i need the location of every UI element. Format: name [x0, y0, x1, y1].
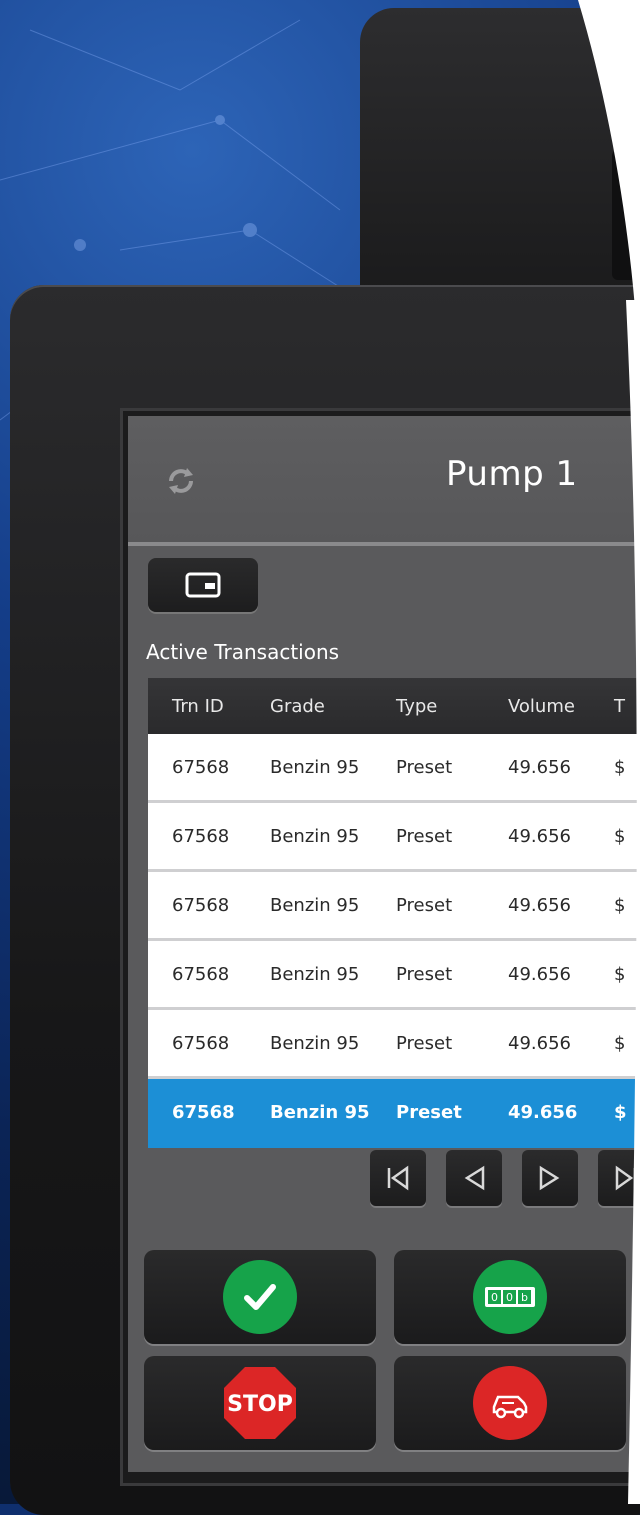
counter-button[interactable]: 0 0 b — [394, 1250, 626, 1344]
table-row[interactable]: 67568 Benzin 95 Preset 49.656 $ — [148, 734, 640, 803]
cell-volume: 49.656 — [508, 825, 571, 847]
vehicle-button[interactable] — [394, 1356, 626, 1450]
transactions-table: Trn ID Grade Type Volume T 67568 Benzin … — [148, 678, 640, 1148]
first-page-button[interactable] — [370, 1150, 426, 1206]
cell-total: $ — [614, 1101, 627, 1123]
column-header-total: T — [614, 695, 625, 717]
cell-type: Preset — [396, 1032, 453, 1054]
cell-volume: 49.656 — [508, 756, 571, 778]
cell-total: $ — [614, 963, 626, 985]
check-icon — [223, 1260, 297, 1334]
cell-trn-id: 67568 — [172, 1032, 230, 1054]
terminal-screen: Pump 1 Active Transactions Trn ID Grade … — [128, 416, 640, 1472]
cell-total: $ — [614, 894, 626, 916]
cell-type: Preset — [396, 963, 453, 985]
screen-header: Pump 1 — [128, 416, 640, 546]
cell-grade: Benzin 95 — [270, 963, 360, 985]
wallet-button[interactable] — [148, 558, 258, 612]
cell-grade: Benzin 95 — [270, 1032, 360, 1054]
table-header: Trn ID Grade Type Volume T — [148, 678, 640, 734]
first-page-icon — [387, 1165, 409, 1191]
section-title: Active Transactions — [146, 640, 340, 664]
cell-type: Preset — [396, 825, 453, 847]
prev-page-icon — [464, 1165, 485, 1191]
wallet-icon — [185, 572, 221, 598]
last-page-icon — [615, 1165, 637, 1191]
cell-grade: Benzin 95 — [270, 1101, 370, 1123]
cell-trn-id: 67568 — [172, 756, 230, 778]
column-header-grade: Grade — [270, 695, 325, 717]
stop-label: STOP — [227, 1392, 293, 1417]
cell-grade: Benzin 95 — [270, 894, 360, 916]
cell-volume: 49.656 — [508, 894, 571, 916]
counter-digit-2: 0 — [506, 1291, 513, 1304]
column-header-type: Type — [396, 695, 438, 717]
upper-housing — [360, 8, 640, 308]
counter-icon: 0 0 b — [473, 1260, 547, 1334]
cell-type: Preset — [396, 756, 453, 778]
table-row[interactable]: 67568 Benzin 95 Preset 49.656 $ — [148, 941, 640, 1010]
table-row[interactable]: 67568 Benzin 95 Preset 49.656 $ — [148, 803, 640, 872]
cell-grade: Benzin 95 — [270, 825, 360, 847]
cell-total: $ — [614, 1032, 626, 1054]
pagination-controls — [370, 1150, 640, 1206]
table-row-selected[interactable]: 67568 Benzin 95 Preset 49.656 $ — [148, 1079, 640, 1148]
next-page-icon — [539, 1165, 560, 1191]
cell-type: Preset — [396, 1101, 462, 1123]
cell-total: $ — [614, 825, 626, 847]
cell-trn-id: 67568 — [172, 894, 230, 916]
vehicle-icon — [473, 1366, 547, 1440]
table-row[interactable]: 67568 Benzin 95 Preset 49.656 $ — [148, 1010, 640, 1079]
cell-trn-id: 67568 — [172, 963, 230, 985]
cell-volume: 49.656 — [508, 963, 571, 985]
table-row[interactable]: 67568 Benzin 95 Preset 49.656 $ — [148, 872, 640, 941]
stop-button[interactable]: STOP — [144, 1356, 376, 1450]
page-title: Pump 1 — [446, 454, 578, 494]
cell-trn-id: 67568 — [172, 1101, 235, 1123]
cell-volume: 49.656 — [508, 1101, 578, 1123]
refresh-icon — [169, 468, 193, 494]
cell-total: $ — [614, 756, 626, 778]
cell-volume: 49.656 — [508, 1032, 571, 1054]
counter-digit-1: 0 — [491, 1291, 498, 1304]
confirm-button[interactable] — [144, 1250, 376, 1344]
prev-page-button[interactable] — [446, 1150, 502, 1206]
cell-trn-id: 67568 — [172, 825, 230, 847]
counter-digit-3: b — [521, 1291, 528, 1304]
next-page-button[interactable] — [522, 1150, 578, 1206]
column-header-volume: Volume — [508, 695, 575, 717]
column-header-trn-id: Trn ID — [172, 695, 224, 717]
cell-grade: Benzin 95 — [270, 756, 360, 778]
refresh-button[interactable] — [158, 458, 204, 504]
card-slot — [612, 150, 640, 280]
cell-type: Preset — [396, 894, 453, 916]
stop-icon: STOP — [224, 1367, 296, 1439]
last-page-button[interactable] — [598, 1150, 640, 1206]
